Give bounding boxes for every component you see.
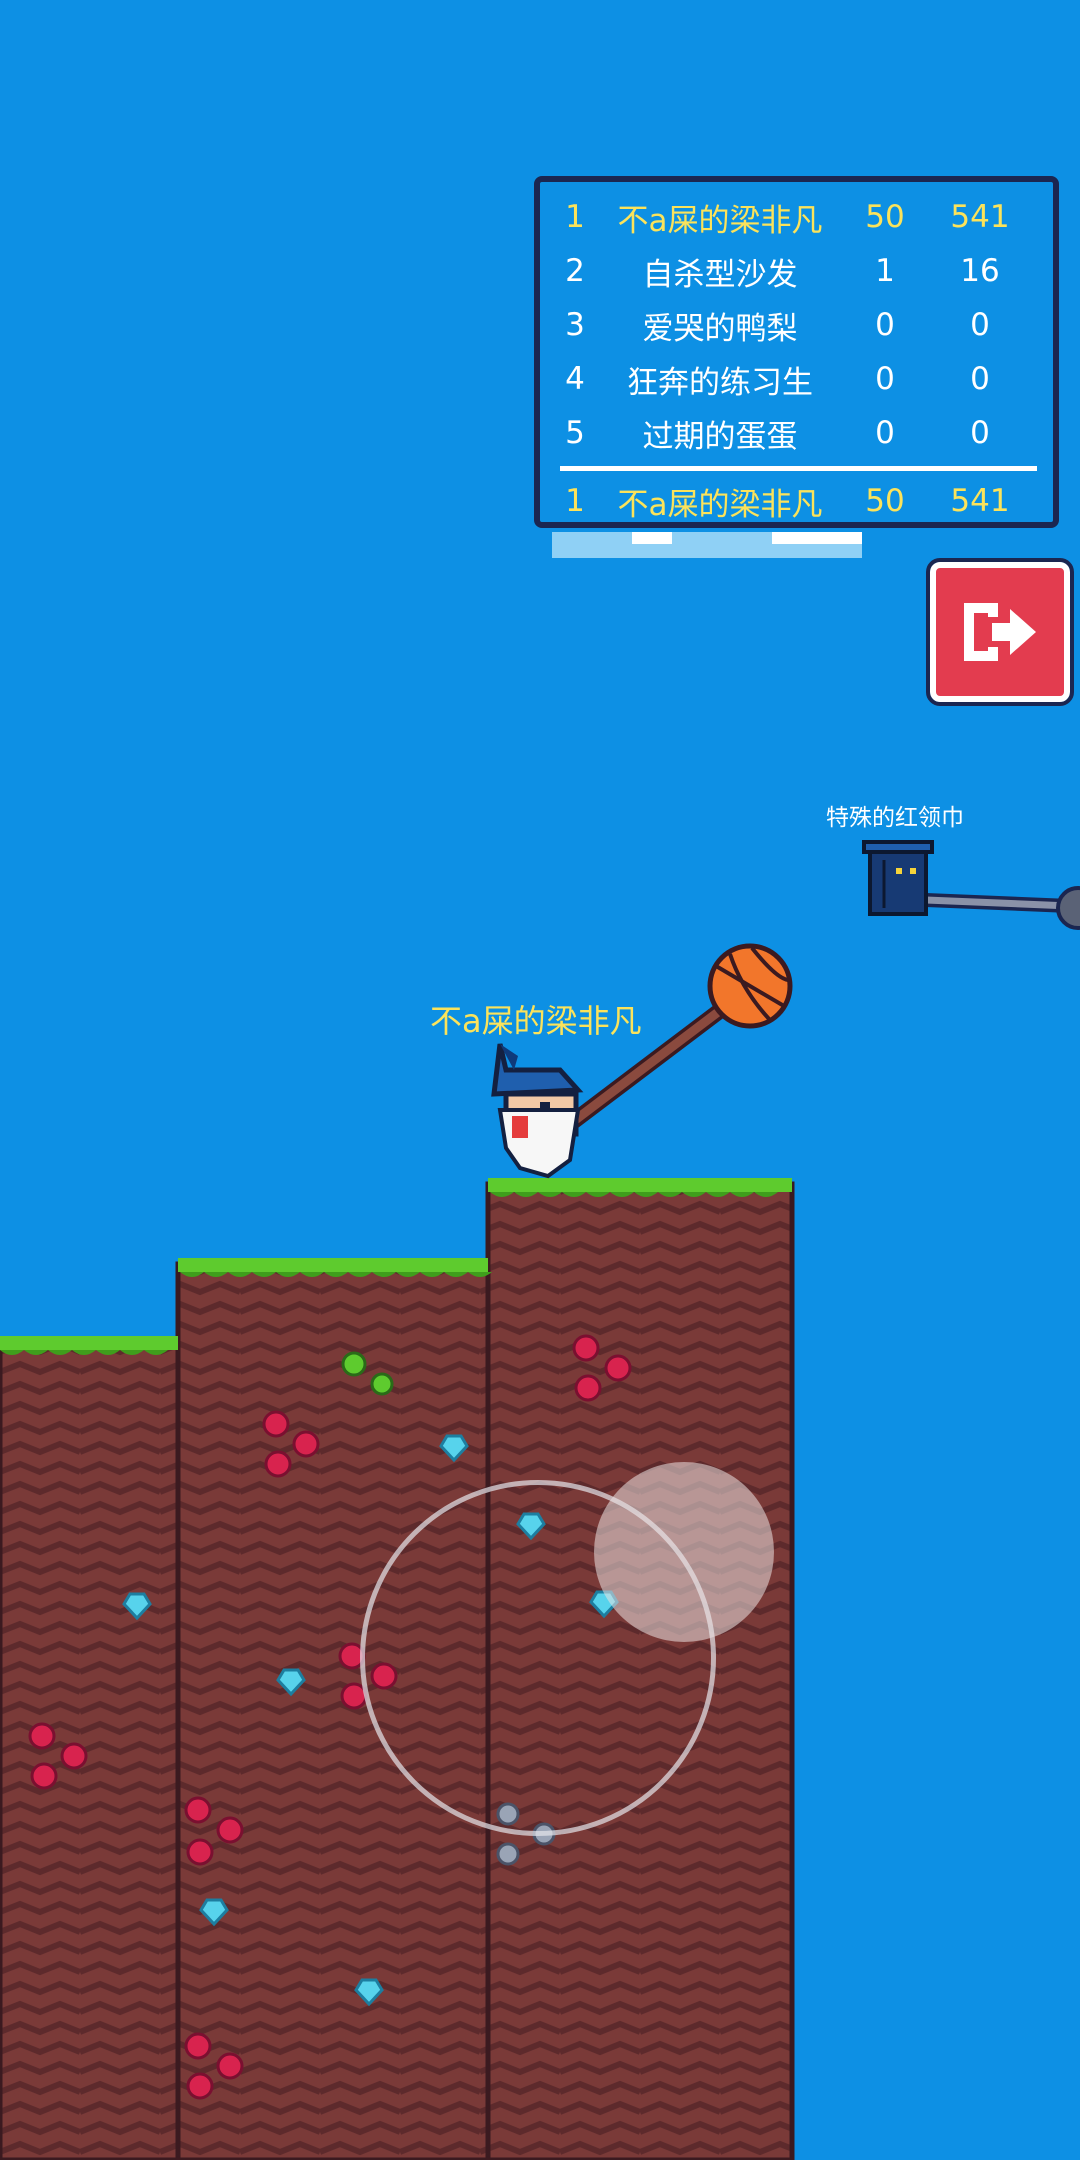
player-name: 自杀型沙发 — [642, 256, 798, 293]
leaderboard: 1 不a屎的梁非凡 50 541 2 自杀型沙发 1 16 3 爱哭的鸭梨 0 … — [534, 176, 1059, 528]
score: 0 — [875, 415, 895, 451]
leaderboard-self-row: 1 不a屎的梁非凡 50 541 — [540, 474, 1053, 528]
player-name: 不a屎的梁非凡 — [617, 486, 823, 523]
rank: 2 — [565, 253, 585, 289]
joystick-knob[interactable] — [594, 1462, 774, 1642]
leaderboard-shadow — [552, 532, 862, 558]
exit-button[interactable] — [926, 558, 1074, 706]
basketball-hammer-icon — [707, 943, 793, 1029]
score: 0 — [875, 307, 895, 343]
leaderboard-row-4: 4 狂奔的练习生 0 0 — [540, 352, 1053, 406]
total: 16 — [960, 253, 1000, 289]
leaderboard-divider — [560, 466, 1037, 471]
player-name: 爱哭的鸭梨 — [642, 310, 798, 347]
total: 541 — [950, 483, 1010, 519]
score: 0 — [875, 361, 895, 397]
total: 0 — [970, 415, 990, 451]
player-name: 狂奔的练习生 — [627, 364, 813, 401]
rank: 5 — [565, 415, 585, 451]
leaderboard-row-1: 1 不a屎的梁非凡 50 541 — [540, 190, 1053, 244]
score: 1 — [875, 253, 895, 289]
rank: 4 — [565, 361, 585, 397]
player-name: 过期的蛋蛋 — [642, 418, 798, 455]
leaderboard-row-2: 2 自杀型沙发 1 16 — [540, 244, 1053, 298]
leaderboard-row-3: 3 爱哭的鸭梨 0 0 — [540, 298, 1053, 352]
enemy-nametag: 特殊的红领巾 — [826, 805, 964, 831]
rank: 1 — [565, 199, 585, 235]
player-name: 不a屎的梁非凡 — [617, 202, 823, 239]
player-nametag: 不a屎的梁非凡 — [430, 1002, 642, 1040]
enemy-character — [862, 840, 1080, 930]
leaderboard-row-5: 5 过期的蛋蛋 0 0 — [540, 406, 1053, 460]
score: 50 — [865, 483, 905, 519]
total: 0 — [970, 307, 990, 343]
exit-icon — [964, 603, 1036, 661]
total: 541 — [950, 199, 1010, 235]
rank: 1 — [565, 483, 585, 519]
total: 0 — [970, 361, 990, 397]
score: 50 — [865, 199, 905, 235]
player-character — [491, 943, 793, 1179]
rank: 3 — [565, 307, 585, 343]
